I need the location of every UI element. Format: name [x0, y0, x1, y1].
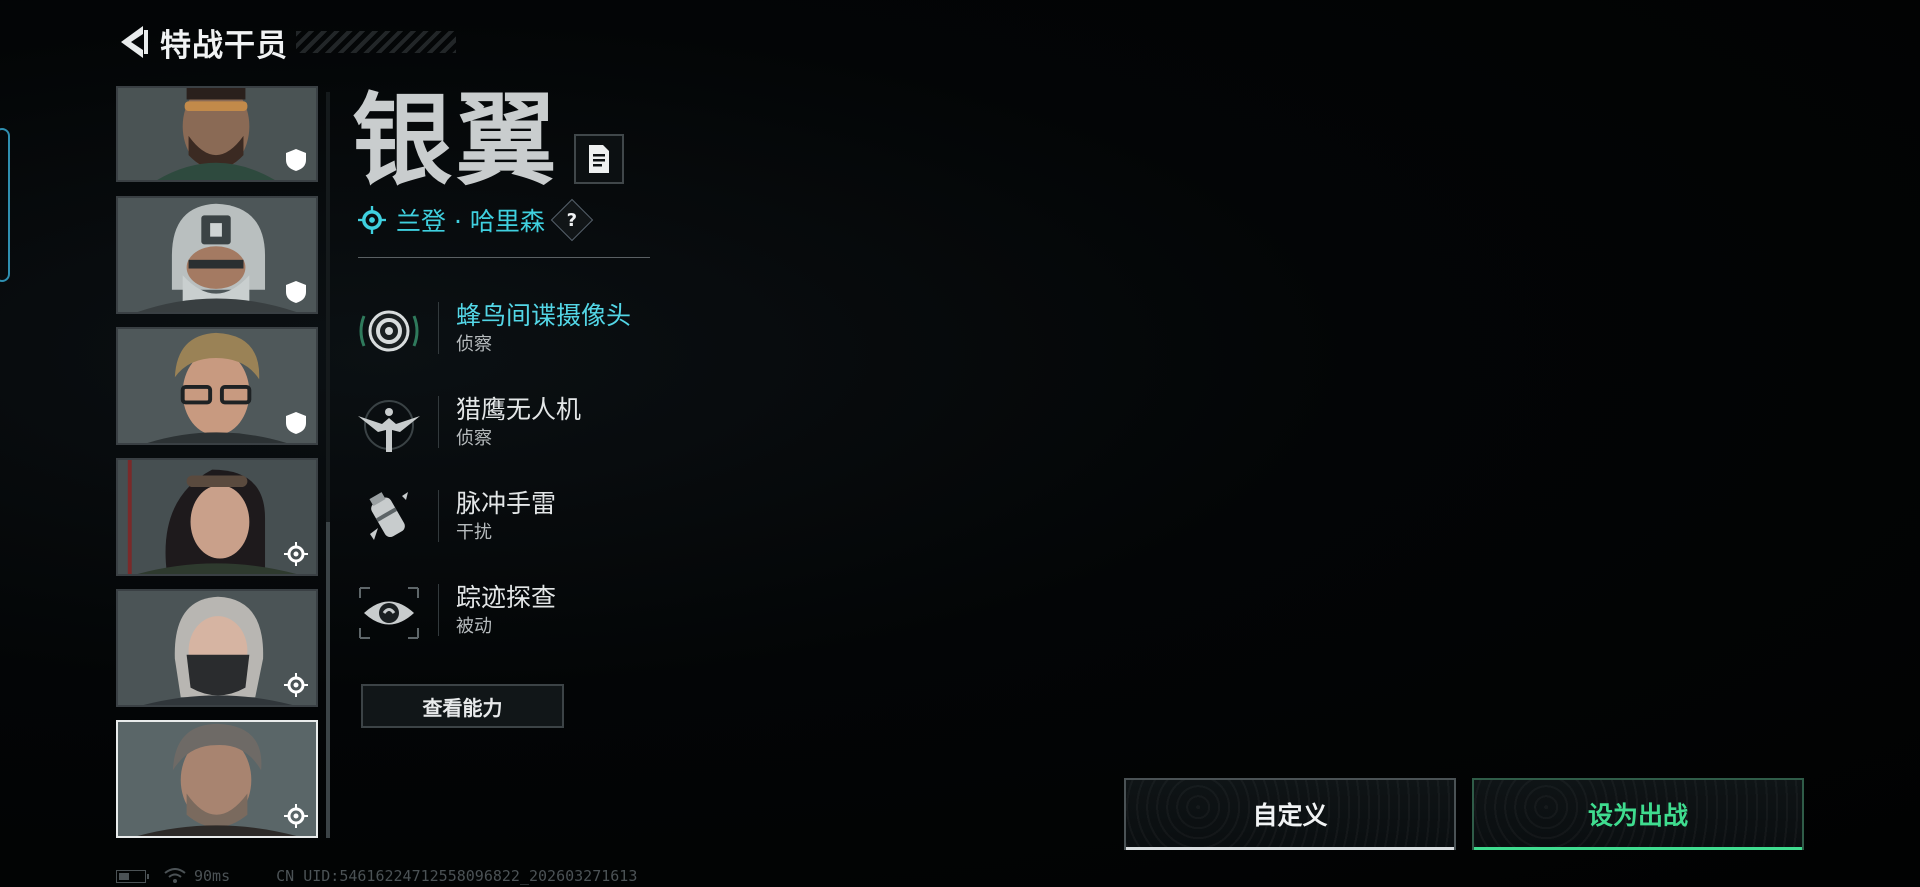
operator-card-selected[interactable]: [116, 720, 318, 838]
ability-item-spy-camera[interactable]: 蜂鸟间谍摄像头 侦察: [356, 296, 676, 366]
falcon-drone-icon: [358, 400, 420, 452]
button-underline: [1474, 847, 1802, 850]
shield-icon: [286, 149, 306, 171]
back-arrow-icon: [121, 26, 148, 58]
ability-separator: [438, 302, 439, 354]
operator-roster[interactable]: [116, 86, 322, 840]
operator-real-name: 兰登 · 哈里森: [396, 207, 545, 236]
roster-scrollbar-thumb[interactable]: [326, 522, 330, 838]
recon-target-icon: [358, 206, 386, 234]
page-header: 特战干员: [116, 20, 456, 64]
header-decoration: [296, 31, 456, 53]
operator-bio-button[interactable]: [574, 134, 624, 184]
ability-name: 踪迹探查: [456, 583, 557, 612]
pulse-grenade-icon: [369, 492, 408, 540]
shield-icon: [286, 281, 306, 303]
roster-scrollbar[interactable]: [326, 92, 330, 838]
recon-target-icon: [284, 542, 308, 566]
spy-camera-icon: [359, 310, 419, 352]
ability-name: 蜂鸟间谍摄像头: [456, 301, 632, 330]
operator-card[interactable]: [116, 86, 318, 182]
ability-separator: [438, 396, 439, 448]
recon-target-icon: [284, 673, 308, 697]
ability-separator: [438, 490, 439, 542]
operator-card[interactable]: [116, 458, 318, 576]
help-button[interactable]: ?: [550, 198, 594, 242]
operator-name: 银翼: [352, 82, 560, 199]
battery-icon: [116, 869, 149, 883]
operator-card[interactable]: [116, 589, 318, 707]
trace-eye-icon: [359, 587, 419, 639]
user-uid: CN UID:546162247125580968​22_20260327161…: [276, 867, 638, 885]
wifi-icon: [164, 868, 186, 883]
ability-name: 猎鹰无人机: [456, 395, 582, 424]
ability-type: 被动: [456, 616, 492, 637]
ability-item-trace-scan[interactable]: 踪迹探查 被动: [356, 578, 676, 648]
operator-subtitle: 兰登 · 哈里森 ?: [358, 198, 594, 242]
back-button[interactable]: [116, 23, 150, 61]
ability-type: 干扰: [456, 522, 492, 543]
document-icon: [589, 145, 609, 173]
ping-readout: 90ms: [194, 867, 231, 885]
customize-label: 自定义: [1252, 801, 1328, 830]
page-title: 特战干员: [160, 27, 288, 64]
ability-separator: [438, 584, 439, 636]
status-bar: 90ms CN UID:546162247125580968​22_202603…: [116, 866, 637, 886]
ability-type: 侦察: [456, 428, 492, 449]
divider: [358, 257, 650, 258]
button-underline: [1126, 847, 1454, 850]
help-label: ?: [566, 209, 578, 231]
ability-name: 脉冲手雷: [456, 489, 557, 518]
ability-item-falcon-drone[interactable]: 猎鹰无人机 侦察: [356, 390, 676, 460]
view-abilities-button[interactable]: 查看能力: [361, 684, 564, 728]
recon-target-icon: [284, 804, 308, 828]
ability-item-pulse-grenade[interactable]: 脉冲手雷 干扰: [356, 484, 676, 554]
set-deploy-label: 设为出战: [1587, 801, 1688, 830]
customize-button[interactable]: 自定义: [1124, 778, 1456, 850]
set-deploy-button[interactable]: 设为出战: [1472, 778, 1804, 850]
side-drawer-tab[interactable]: [0, 128, 10, 282]
operator-card[interactable]: [116, 196, 318, 314]
operator-screen: 特战干员 银翼 兰登 · 哈里森 ? 蜂鸟间谍摄像头 侦察 猎鹰无人机 侦察 脉…: [0, 0, 1920, 887]
operator-card[interactable]: [116, 327, 318, 445]
shield-icon: [286, 412, 306, 434]
ability-type: 侦察: [456, 334, 492, 355]
